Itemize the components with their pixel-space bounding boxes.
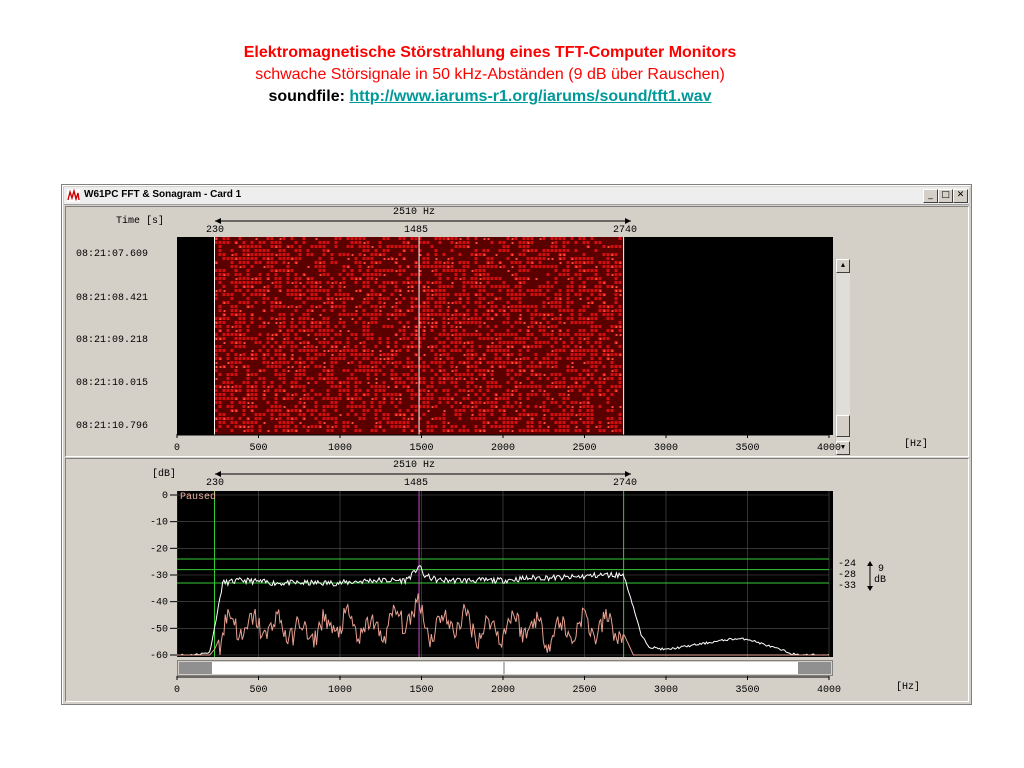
spectrum-y-tick-label: -50	[150, 624, 168, 635]
spectrum-x-tick-label: 2000	[491, 685, 515, 696]
db-axis-label: [dB]	[152, 469, 177, 480]
spectrum-y-axis: 0 -10 -20 -30 -40 -50 -60	[150, 491, 177, 661]
spectrum-x-tick-label: 4000	[817, 685, 841, 696]
slider-right-block	[798, 662, 831, 674]
spectrum-y-tick-label: -30	[150, 571, 168, 582]
spectrum-y-tick-label: -20	[150, 544, 168, 555]
sonagram-x-axis: 0 500 1000 1500 2000 2500 3000 3500 4000	[174, 434, 841, 454]
slider-left-block	[179, 662, 212, 674]
spectrum-marker-label: 230	[206, 478, 225, 489]
sonagram-x-tick-label: 4000	[817, 443, 841, 454]
spectrum-x-tick-label: 1000	[328, 685, 352, 696]
window-title: W61PC FFT & Sonagram - Card 1	[84, 189, 242, 200]
window-titlebar[interactable]: W61PC FFT & Sonagram - Card 1 _ □ ✕	[64, 187, 969, 205]
spectrum-x-tick-label: 2500	[572, 685, 596, 696]
spectrum-x-axis: 0 500 1000 1500 2000 2500 3000 3500 4000	[174, 676, 841, 696]
maximize-button[interactable]: □	[938, 189, 953, 203]
level-label: -28	[838, 570, 857, 581]
app-icon	[67, 189, 80, 202]
frequency-range-slider[interactable]	[177, 660, 833, 676]
spectrum-pane: [dB] 2510 Hz 230 1485 2740 0 -10 -20 -30 -40…	[65, 458, 969, 702]
caption-soundfile: soundfile: http://www.iarums-r1.org/iaru…	[0, 86, 980, 108]
spectrum-plot	[177, 491, 833, 657]
soundfile-label: soundfile:	[268, 88, 345, 105]
sonagram-marker-label: 2740	[613, 225, 638, 236]
sonagram-scrollbar[interactable]: ▲ ▼	[835, 259, 850, 455]
time-tick-label: 08:21:10.796	[76, 421, 149, 432]
time-tick-label: 08:21:07.609	[76, 249, 149, 260]
scroll-up-button[interactable]: ▲	[836, 259, 850, 273]
slide-caption: Elektromagnetische Störstrahlung eines T…	[0, 42, 980, 108]
sonagram-x-tick-label: 2500	[572, 443, 596, 454]
spectrum-x-unit: [Hz]	[896, 682, 921, 693]
time-tick-label: 08:21:10.015	[76, 378, 149, 389]
level-diff-value: 9	[878, 564, 885, 575]
sonagram-x-tick-label: 3500	[735, 443, 759, 454]
sonagram-x-tick-label: 2000	[491, 443, 515, 454]
time-axis-label: Time [s]	[116, 216, 165, 227]
sonagram-x-unit: [Hz]	[904, 439, 929, 450]
spectrum-x-tick-label: 0	[174, 685, 180, 696]
sonagram-pane: Time [s] 2510 Hz 230 1485 2740 08:21:07.…	[65, 206, 969, 457]
caption-title: Elektromagnetische Störstrahlung eines T…	[243, 44, 737, 61]
spectrum-x-tick-label: 3500	[735, 685, 759, 696]
sonagram-span-arrow	[215, 218, 631, 224]
spectrum-marker-label: 1485	[404, 478, 429, 489]
spectrum-y-tick-label: -40	[150, 598, 168, 609]
soundfile-link[interactable]: http://www.iarums-r1.org/iarums/sound/tf…	[349, 88, 711, 105]
spectrum-y-tick-label: -60	[150, 651, 168, 661]
sonagram-x-tick-label: 1000	[328, 443, 352, 454]
sonagram-x-tick-label: 0	[174, 443, 180, 454]
close-button[interactable]: ✕	[953, 189, 968, 203]
spectrum-x-tick-label: 1500	[409, 685, 433, 696]
level-diff-arrow	[867, 561, 873, 591]
spectrum-x-tick-label: 3000	[654, 685, 678, 696]
minimize-button[interactable]: _	[923, 189, 938, 203]
spectrum-span-arrow	[215, 471, 631, 477]
level-label: -24	[838, 559, 857, 570]
paused-indicator: Paused	[180, 492, 217, 503]
spectrum-x-tick-label: 500	[249, 685, 267, 696]
level-diff-unit: dB	[874, 575, 887, 586]
time-tick-label: 08:21:08.421	[76, 293, 149, 304]
spectrum-y-tick-label: 0	[162, 491, 168, 502]
app-window: W61PC FFT & Sonagram - Card 1 _ □ ✕ Time…	[61, 184, 972, 705]
sonagram-x-tick-label: 500	[249, 443, 267, 454]
sonagram-plot	[177, 237, 833, 435]
caption-subtitle: schwache Störsignale in 50 kHz-Abständen…	[255, 66, 725, 83]
sonagram-marker-label: 230	[206, 225, 225, 236]
sonagram-x-tick-label: 1500	[409, 443, 433, 454]
time-tick-label: 08:21:09.218	[76, 335, 149, 346]
sonagram-x-tick-label: 3000	[654, 443, 678, 454]
slider-range	[212, 662, 798, 674]
spectrum-marker-label: 2740	[613, 478, 638, 489]
sonagram-marker-label: 1485	[404, 225, 429, 236]
level-label: -33	[838, 581, 857, 592]
spectrum-y-tick-label: -10	[150, 518, 168, 529]
